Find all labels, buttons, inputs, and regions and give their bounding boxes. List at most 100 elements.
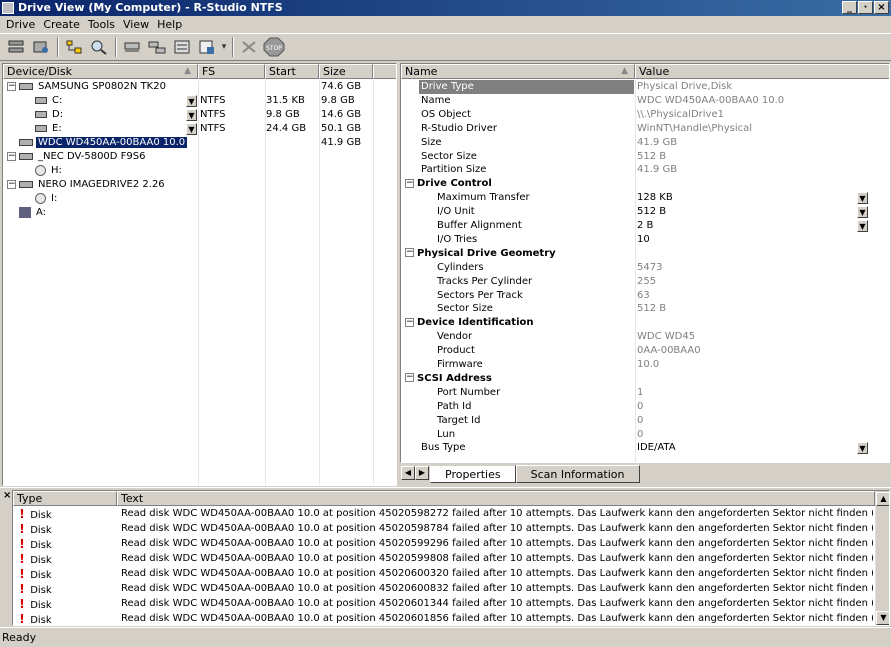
partition-icon — [35, 124, 47, 132]
chevron-down-icon[interactable]: ▼ — [857, 220, 868, 232]
close-log-icon[interactable]: × — [3, 490, 11, 501]
property-value: 41.9 GB — [637, 136, 678, 148]
collapse-icon[interactable]: − — [405, 178, 414, 188]
tree-item-label: SAMSUNG SP0802N TK20 — [38, 81, 166, 92]
tree-item-label: WDC WD450AA-00BAA0 10.0 — [36, 137, 188, 148]
property-value: 0 — [637, 414, 644, 426]
find-icon[interactable] — [87, 36, 111, 58]
tab-properties[interactable]: Properties — [430, 465, 516, 483]
tree-item-label: H: — [51, 165, 62, 176]
column-header-device[interactable]: Device/Disk ▲ — [3, 64, 198, 79]
tab-scroll-right-icon[interactable]: ▶ — [415, 466, 429, 480]
property-name: OS Object — [421, 108, 471, 120]
collapse-icon[interactable]: − — [7, 81, 16, 91]
stop-icon[interactable]: STOP — [262, 36, 286, 58]
start-cell: 9.8 GB — [266, 109, 300, 120]
column-header-type[interactable]: Type — [13, 491, 117, 506]
chevron-down-icon[interactable]: ▼ — [186, 95, 197, 107]
property-value[interactable]: 2 B — [637, 219, 653, 233]
property-value[interactable]: 10 — [637, 233, 650, 247]
collapse-icon[interactable]: − — [405, 317, 414, 327]
property-value[interactable]: 128 KB — [637, 191, 673, 205]
chevron-down-icon[interactable]: ▼ — [186, 123, 197, 135]
log-scrollbar[interactable]: ▲ ▼ — [875, 491, 889, 625]
column-header-text[interactable]: Text — [117, 491, 875, 506]
property-name: I/O Tries — [437, 233, 478, 245]
property-value: 41.9 GB — [637, 164, 678, 176]
property-value: 512 B — [637, 150, 667, 162]
disk-scan-icon[interactable] — [29, 36, 53, 58]
chevron-down-icon[interactable]: ▼ — [857, 192, 868, 205]
maximize-button[interactable]: · — [858, 1, 873, 14]
size-cell: 14.6 GB — [321, 109, 362, 120]
scroll-up-icon[interactable]: ▲ — [876, 492, 889, 506]
property-name: Bus Type — [421, 442, 466, 454]
tree-icon[interactable] — [62, 36, 86, 58]
tab-scan-information[interactable]: Scan Information — [515, 465, 640, 483]
minimize-button[interactable]: _ — [842, 1, 857, 14]
column-header-fs[interactable]: FS — [198, 64, 265, 79]
property-group-label: Drive Control — [417, 178, 492, 190]
property-name: Port Number — [437, 386, 501, 398]
tab-strip: ◀ ▶ Properties Scan Information — [400, 463, 890, 486]
window-title: Drive View (My Computer) - R-Studio NTFS — [18, 1, 283, 14]
property-value[interactable]: 512 B — [637, 205, 666, 219]
image-icon[interactable] — [170, 36, 194, 58]
fs-cell: NTFS — [200, 95, 226, 106]
start-cell: 31.5 KB — [266, 95, 305, 106]
collapse-icon[interactable]: − — [405, 248, 414, 258]
drive-tree-panel: Device/Disk ▲ FS Start Size − SAMSUNG SP08… — [2, 63, 397, 486]
hard-disk-icon — [19, 180, 33, 188]
error-icon: ! — [19, 507, 25, 521]
property-value: 0AA-00BAA0 — [637, 345, 701, 357]
menu-drive[interactable]: Drive — [2, 18, 39, 31]
property-group-label: Physical Drive Geometry — [417, 247, 556, 259]
connect-icon[interactable] — [4, 36, 28, 58]
collapse-icon[interactable]: − — [7, 151, 16, 161]
chevron-down-icon[interactable]: ▾ — [220, 36, 228, 58]
property-name: Drive Type — [419, 80, 634, 94]
property-value: WDC WD45 — [637, 331, 696, 343]
column-header-size[interactable]: Size — [319, 64, 373, 79]
property-name: Cylinders — [437, 261, 484, 273]
property-value: \\.\PhysicalDrive1 — [637, 108, 724, 120]
create-icon[interactable] — [195, 36, 219, 58]
log-type: Disk — [30, 510, 52, 521]
column-header-value[interactable]: Value — [635, 64, 889, 79]
menu-view[interactable]: View — [119, 18, 153, 31]
region-icon[interactable] — [145, 36, 169, 58]
menu-tools[interactable]: Tools — [84, 18, 119, 31]
log-text: Read disk WDC WD450AA-00BAA0 10.0 at pos… — [121, 598, 873, 609]
column-header-name[interactable]: Name ▲ — [401, 64, 635, 79]
toolbar-separator — [115, 37, 117, 57]
tree-item-label: _NEC DV-5800D F9S6 — [38, 151, 146, 162]
delete-icon[interactable] — [237, 36, 261, 58]
hard-disk-icon — [19, 82, 33, 90]
scroll-down-icon[interactable]: ▼ — [876, 611, 889, 625]
collapse-icon[interactable]: − — [405, 373, 414, 383]
chevron-down-icon[interactable]: ▼ — [857, 206, 868, 219]
chevron-down-icon[interactable]: ▼ — [186, 109, 197, 121]
tab-scroll-left-icon[interactable]: ◀ — [401, 466, 415, 480]
log-type: Disk — [30, 585, 52, 596]
size-cell: 50.1 GB — [321, 123, 362, 134]
close-button[interactable]: × — [874, 1, 889, 14]
property-value: 10.0 — [637, 359, 660, 370]
toolbar: ▾ STOP — [0, 33, 891, 61]
menu-create[interactable]: Create — [39, 18, 84, 31]
property-value[interactable]: IDE/ATA — [637, 441, 676, 455]
title-bar: Drive View (My Computer) - R-Studio NTFS… — [0, 0, 891, 16]
chevron-down-icon[interactable]: ▼ — [857, 442, 868, 455]
property-value: 0 — [637, 428, 644, 440]
column-header-start[interactable]: Start — [265, 64, 319, 79]
fs-cell: NTFS — [200, 109, 226, 120]
cd-drive-icon — [35, 192, 46, 204]
status-text: Ready — [2, 631, 37, 644]
property-name: Partition Size — [421, 164, 487, 176]
open-drive-icon[interactable] — [120, 36, 144, 58]
error-icon: ! — [19, 567, 25, 581]
collapse-icon[interactable]: − — [7, 179, 16, 189]
menu-help[interactable]: Help — [153, 18, 186, 31]
log-pane: × Type Text ! Disk Read disk WDC WD450AA-… — [0, 487, 891, 627]
toolbar-separator — [57, 37, 59, 57]
